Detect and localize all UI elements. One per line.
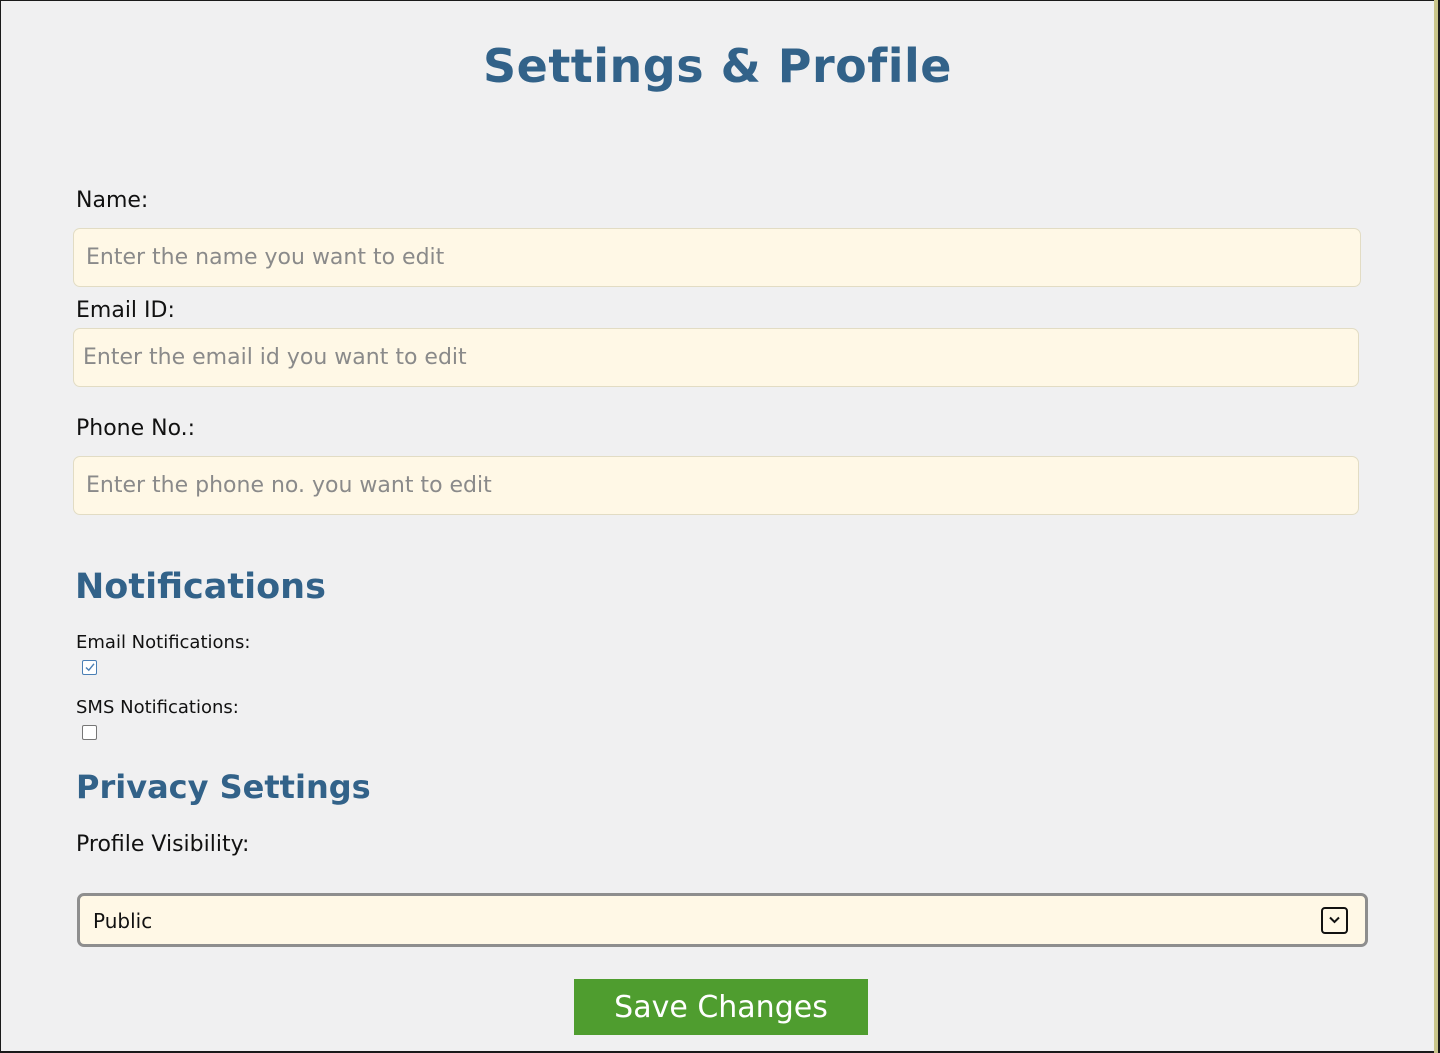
phone-label: Phone No.: bbox=[76, 416, 196, 441]
profile-visibility-select[interactable]: Public bbox=[77, 893, 1368, 947]
sms-notifications-checkbox[interactable] bbox=[82, 725, 97, 740]
notifications-heading: Notifications bbox=[75, 567, 326, 607]
settings-page: Settings & Profile Name: Email ID: Phone… bbox=[1, 1, 1434, 1051]
sms-notifications-label: SMS Notifications: bbox=[76, 697, 239, 718]
page-title: Settings & Profile bbox=[482, 39, 953, 93]
email-notifications-label: Email Notifications: bbox=[76, 632, 251, 653]
email-input[interactable] bbox=[73, 328, 1359, 387]
privacy-settings-heading: Privacy Settings bbox=[76, 768, 371, 806]
profile-visibility-label: Profile Visibility: bbox=[76, 832, 250, 857]
name-input[interactable] bbox=[73, 228, 1361, 287]
name-label: Name: bbox=[76, 188, 149, 213]
check-icon bbox=[85, 663, 95, 672]
email-notifications-checkbox[interactable] bbox=[82, 660, 97, 675]
save-changes-button[interactable]: Save Changes bbox=[574, 979, 868, 1035]
profile-visibility-value: Public bbox=[93, 909, 153, 933]
chevron-down-icon[interactable] bbox=[1321, 907, 1348, 934]
email-label: Email ID: bbox=[76, 298, 175, 323]
phone-input[interactable] bbox=[73, 456, 1359, 515]
